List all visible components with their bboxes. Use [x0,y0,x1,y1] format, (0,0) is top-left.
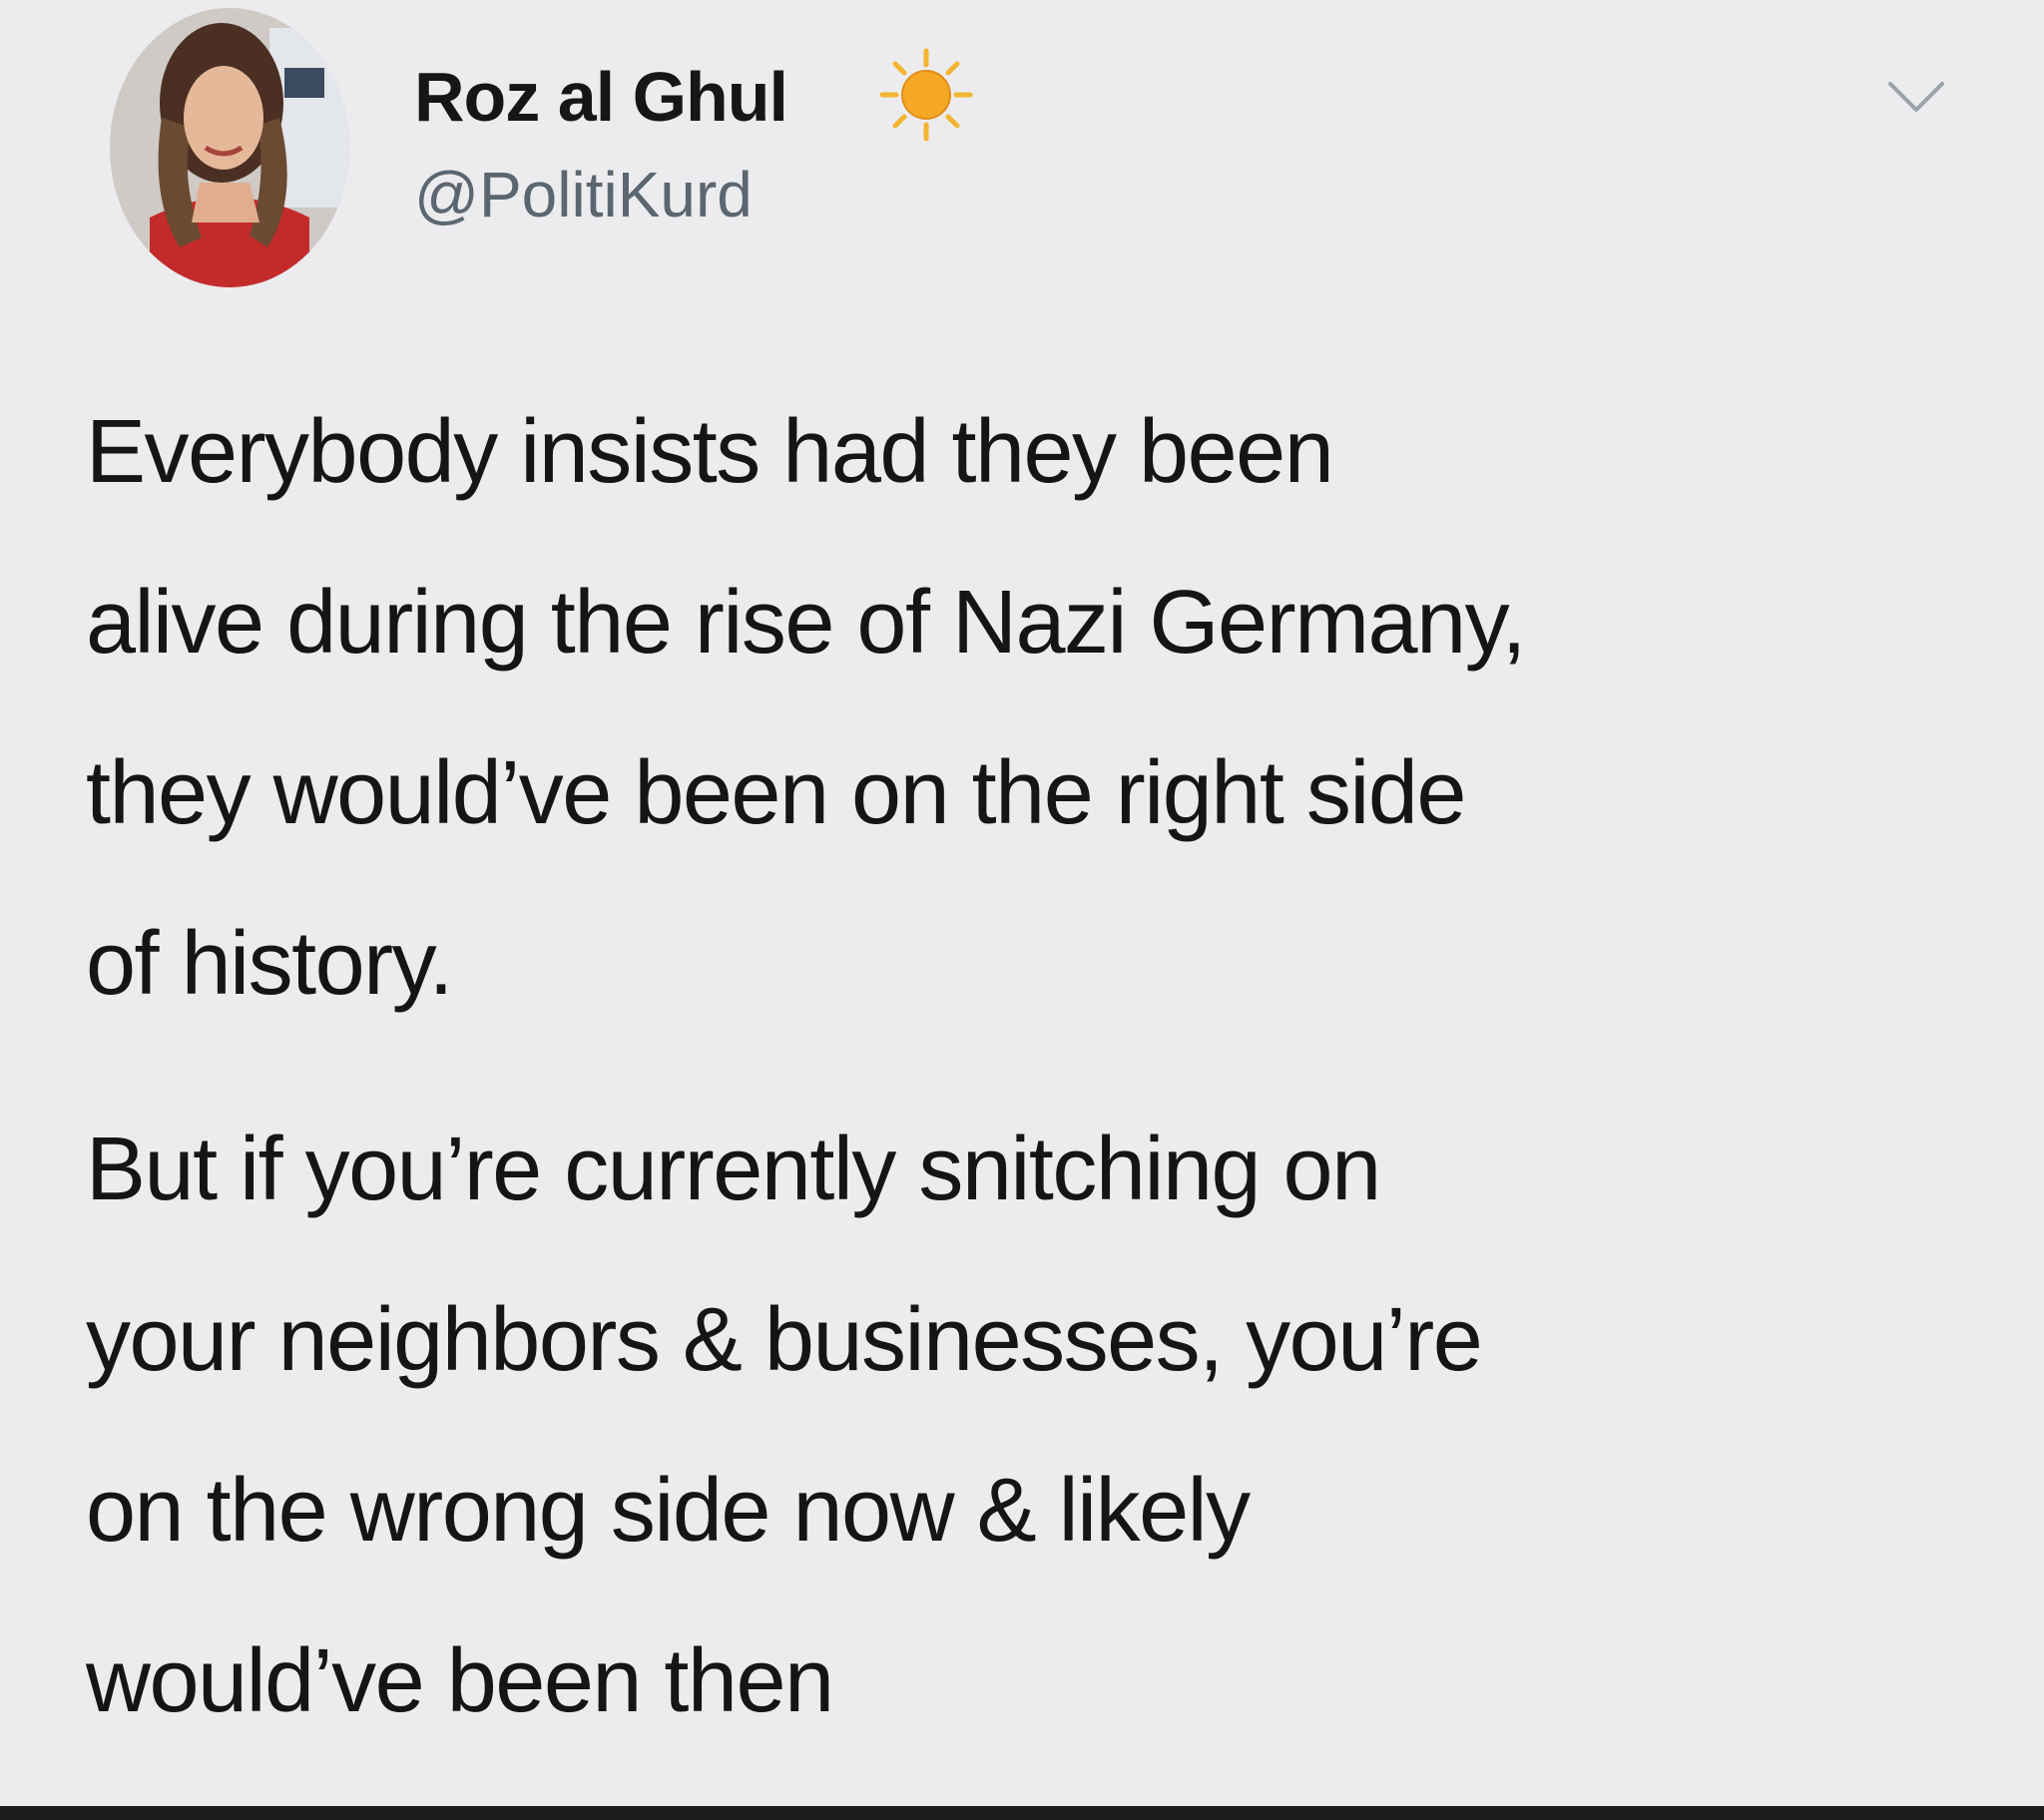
chevron-down-icon[interactable] [1876,70,1956,130]
tweet-paragraph-2: But if you’re currently snitching on you… [86,1120,1483,1731]
avatar[interactable] [110,8,349,287]
sun-icon [879,48,973,142]
tweet-paragraph-1: Everybody insists had they been alive du… [86,402,1526,1014]
bottom-border [0,1806,2044,1820]
profile-photo-icon [110,8,349,287]
tweet-card: Roz al Ghul @PolitiKurd Everybody insist… [0,0,2044,1806]
user-handle[interactable]: @PolitiKurd [414,153,753,236]
display-name[interactable]: Roz al Ghul [414,52,788,142]
